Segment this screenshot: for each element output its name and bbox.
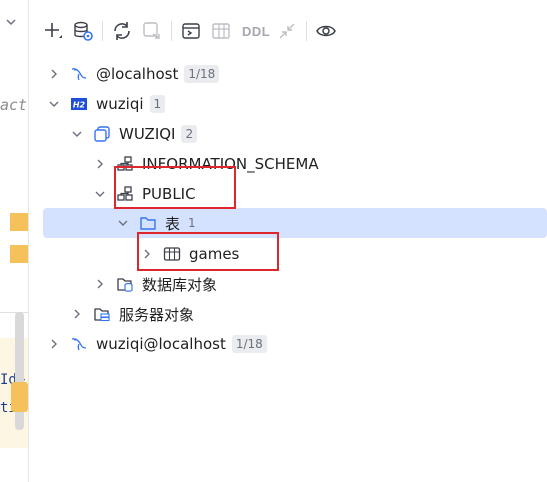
chevron-right-icon[interactable] xyxy=(93,157,107,171)
tree-node-server-objects[interactable]: 服务器对象 xyxy=(43,299,547,329)
chevron-right-icon[interactable] xyxy=(47,337,61,351)
node-label: @localhost xyxy=(96,65,179,83)
database-icon xyxy=(93,125,111,143)
node-label: WUZIQI xyxy=(119,125,176,143)
count-badge: 1 xyxy=(149,95,166,113)
tree-node-wuziqi-database[interactable]: WUZIQI 2 xyxy=(43,119,547,149)
scroll-thumb[interactable] xyxy=(11,382,28,412)
chevron-right-icon[interactable] xyxy=(70,307,84,321)
mysql-dolphin-icon xyxy=(70,335,88,353)
schema-icon xyxy=(116,185,134,203)
svg-text:H2: H2 xyxy=(73,101,86,110)
chevron-down-icon[interactable] xyxy=(93,187,107,201)
chevron-down-icon[interactable] xyxy=(116,216,130,230)
chevron-down-icon[interactable] xyxy=(47,97,61,111)
node-label: wuziqi xyxy=(96,95,144,113)
mysql-dolphin-icon xyxy=(70,65,88,83)
node-label: wuziqi@localhost xyxy=(96,335,226,353)
node-label: 服务器对象 xyxy=(119,305,195,324)
h2-database-icon: H2 xyxy=(70,95,88,113)
tree-node-tables-folder[interactable]: 表 1 xyxy=(43,208,547,238)
schema-icon xyxy=(116,155,134,173)
database-explorer-tree: @localhost 1/18 H2 wuziqi 1 WUZIQI 2 INF… xyxy=(28,0,547,482)
count-badge: 1/18 xyxy=(231,335,267,353)
server-objects-icon xyxy=(93,305,111,323)
bookmark-marker xyxy=(10,245,28,263)
count-badge: 1 xyxy=(188,216,196,230)
tree-node-wuziqi-localhost[interactable]: wuziqi@localhost 1/18 xyxy=(43,329,547,359)
scrollbar[interactable] xyxy=(15,312,24,430)
folder-icon xyxy=(139,214,157,232)
table-icon xyxy=(163,245,181,263)
tree-node-games-table[interactable]: games xyxy=(43,239,547,269)
chevron-down-icon[interactable] xyxy=(70,127,84,141)
node-label: INFORMATION_SCHEMA xyxy=(142,155,319,173)
tree-node-database-objects[interactable]: 数据库对象 xyxy=(43,269,547,299)
node-label: 表 xyxy=(165,214,181,233)
database-objects-icon xyxy=(116,275,134,293)
node-label: games xyxy=(189,245,240,263)
chevron-right-icon[interactable] xyxy=(140,247,154,261)
chevron-right-icon[interactable] xyxy=(47,67,61,81)
count-badge: 1/18 xyxy=(184,65,220,83)
tree-node-public[interactable]: PUBLIC xyxy=(43,179,547,209)
chevron-right-icon[interactable] xyxy=(93,277,107,291)
editor-gutter: act Id> til xyxy=(0,0,29,482)
tree-node-wuziqi[interactable]: H2 wuziqi 1 xyxy=(43,89,547,119)
chevron-down-icon[interactable] xyxy=(6,17,16,30)
node-label: PUBLIC xyxy=(142,185,196,203)
count-badge: 2 xyxy=(181,125,198,143)
node-label: 数据库对象 xyxy=(142,275,218,294)
bookmark-marker xyxy=(10,213,28,231)
tree-node-localhost[interactable]: @localhost 1/18 xyxy=(43,59,547,89)
code-fragment: act xyxy=(0,96,28,114)
tree-node-information-schema[interactable]: INFORMATION_SCHEMA xyxy=(43,149,547,179)
